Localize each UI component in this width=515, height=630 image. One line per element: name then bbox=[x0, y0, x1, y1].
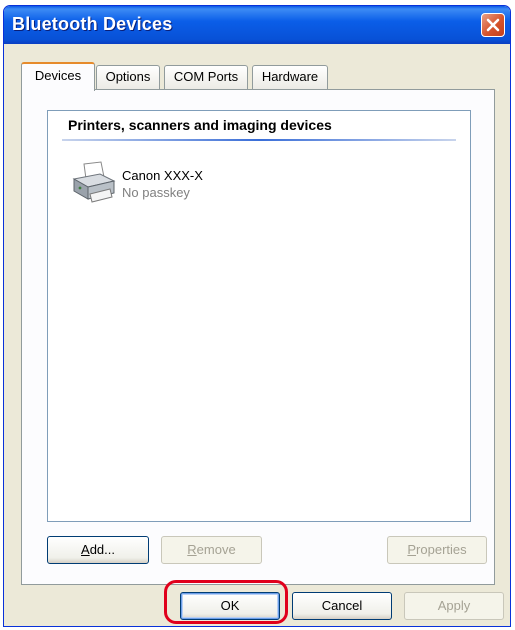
remove-button-label: emove bbox=[196, 542, 236, 557]
add-button-label: dd... bbox=[89, 542, 115, 557]
device-name: Canon XXX-X bbox=[122, 168, 203, 183]
bluetooth-devices-window: Bluetooth Devices Devices Options COM Po… bbox=[3, 5, 511, 627]
printer-icon bbox=[72, 161, 116, 203]
apply-button[interactable]: Apply bbox=[404, 592, 504, 620]
devices-tab-panel: Printers, scanners and imaging devices C… bbox=[21, 89, 495, 585]
remove-button-mnemonic: R bbox=[187, 542, 197, 557]
tab-devices[interactable]: Devices bbox=[21, 62, 95, 91]
ok-button[interactable]: OK bbox=[180, 592, 280, 620]
add-button-mnemonic: A bbox=[81, 542, 90, 557]
properties-button-label: roperties bbox=[416, 542, 467, 557]
device-list[interactable]: Printers, scanners and imaging devices C… bbox=[47, 110, 471, 522]
remove-button[interactable]: Remove bbox=[161, 536, 262, 564]
properties-button-mnemonic: P bbox=[407, 542, 417, 557]
device-list-item[interactable]: Canon XXX-X No passkey bbox=[70, 161, 230, 211]
add-button[interactable]: Add... bbox=[47, 536, 149, 564]
tab-com-ports[interactable]: COM Ports bbox=[164, 65, 248, 89]
close-icon bbox=[486, 18, 500, 32]
tab-hardware[interactable]: Hardware bbox=[252, 65, 328, 89]
window-title: Bluetooth Devices bbox=[12, 14, 173, 34]
cancel-button[interactable]: Cancel bbox=[292, 592, 392, 620]
close-button[interactable] bbox=[481, 13, 505, 37]
group-divider bbox=[62, 139, 456, 141]
group-title: Printers, scanners and imaging devices bbox=[68, 117, 332, 133]
properties-button[interactable]: Properties bbox=[387, 536, 487, 564]
tab-options[interactable]: Options bbox=[96, 65, 160, 89]
title-bar[interactable]: Bluetooth Devices bbox=[4, 6, 510, 44]
device-status: No passkey bbox=[122, 185, 190, 200]
